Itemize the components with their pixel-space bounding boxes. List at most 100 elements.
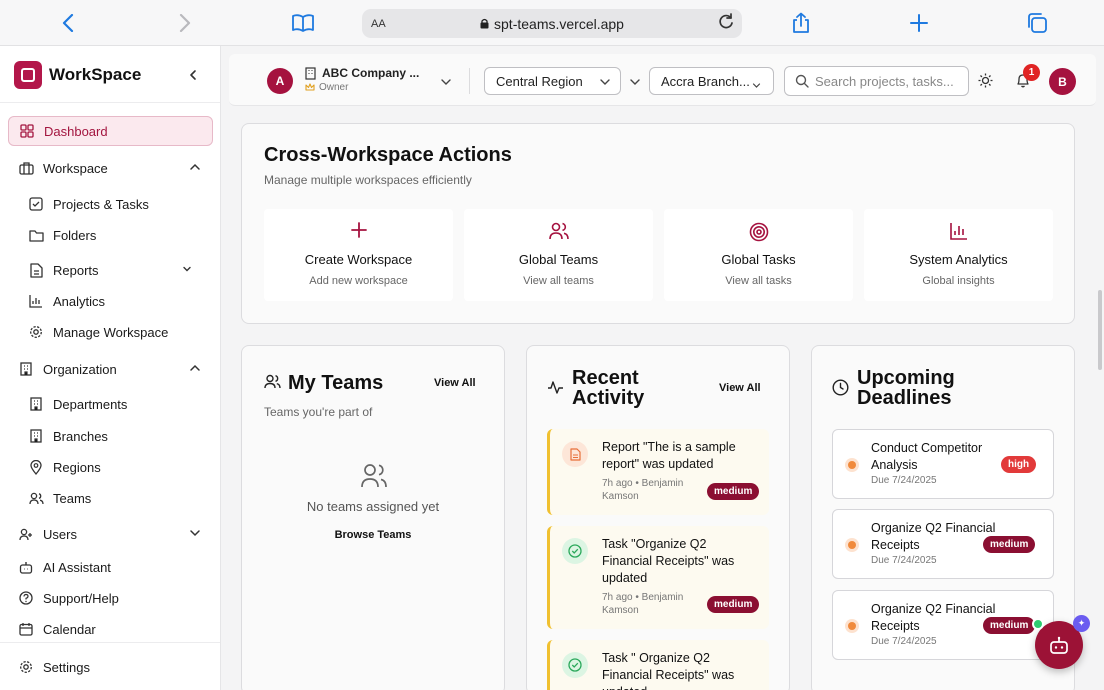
- sidebar-item-folders[interactable]: Folders: [8, 220, 213, 250]
- empty-state-text: No teams assigned yet: [306, 499, 440, 514]
- company-switcher[interactable]: ABC Company ... Owner: [305, 66, 419, 93]
- tabs-overview-icon[interactable]: [1024, 10, 1050, 36]
- sidebar-item-users[interactable]: Users: [8, 519, 213, 549]
- sidebar-item-label: Calendar: [43, 621, 96, 637]
- action-subtitle: Add new workspace: [309, 275, 408, 287]
- sidebar-item-regions[interactable]: Regions: [8, 452, 213, 482]
- chevron-down-icon[interactable]: [189, 527, 201, 539]
- sparkle-icon[interactable]: ✦: [1073, 615, 1090, 632]
- action-title: Global Teams: [518, 252, 599, 267]
- action-subtitle: View all teams: [523, 275, 594, 287]
- checkbox-icon: [28, 196, 44, 212]
- brand[interactable]: WorkSpace: [14, 61, 141, 89]
- sidebar-item-label: Analytics: [53, 293, 106, 309]
- sidebar-item-label: Branches: [53, 428, 108, 444]
- sidebar-item-organization[interactable]: Organization: [8, 354, 213, 384]
- view-all-activity-link[interactable]: View All: [719, 382, 761, 394]
- sidebar: WorkSpace Dashboard Workspace Projects &…: [0, 46, 221, 690]
- browser-toolbar: AA spt-teams.vercel.app: [0, 0, 1104, 46]
- sidebar-item-departments[interactable]: Departments: [8, 389, 213, 419]
- new-tab-icon[interactable]: [906, 10, 932, 36]
- priority-dot-icon: [845, 458, 859, 472]
- activity-text: Report "The is a sample report" was upda…: [602, 440, 736, 471]
- search-box[interactable]: [784, 66, 969, 96]
- sidebar-item-ai-assistant[interactable]: AI Assistant: [8, 552, 213, 582]
- sidebar-item-dashboard[interactable]: Dashboard: [8, 116, 213, 146]
- deadline-due: Due 7/24/2025: [871, 475, 937, 486]
- sidebar-item-workspace[interactable]: Workspace: [8, 153, 213, 183]
- dashboard-grid-icon: [19, 123, 35, 139]
- user-plus-icon: [18, 526, 34, 542]
- card-title: My Teams: [288, 372, 384, 394]
- sidebar-item-teams[interactable]: Teams: [8, 483, 213, 513]
- priority-dot-icon: [845, 619, 859, 633]
- sidebar-item-settings[interactable]: Settings: [8, 652, 213, 682]
- global-teams-button[interactable]: Global Teams View all teams: [464, 209, 653, 301]
- action-title: System Analytics: [909, 252, 1008, 267]
- sidebar-item-label: Support/Help: [43, 590, 119, 606]
- forward-icon[interactable]: [172, 10, 198, 36]
- reload-icon[interactable]: [716, 12, 736, 37]
- chevron-down-icon[interactable]: [629, 75, 641, 93]
- sidebar-item-analytics[interactable]: Analytics: [8, 286, 213, 316]
- top-header: A ABC Company ... Owner Central Region A…: [229, 54, 1096, 106]
- card-title-line1: Recent: [572, 367, 639, 389]
- deadline-due: Due 7/24/2025: [871, 555, 937, 566]
- sidebar-item-label: Dashboard: [44, 123, 108, 139]
- scrollbar-thumb[interactable]: [1098, 290, 1102, 370]
- sidebar-item-label: Workspace: [43, 160, 108, 176]
- sidebar-item-calendar[interactable]: Calendar: [8, 614, 213, 644]
- chevron-down-icon[interactable]: [440, 75, 452, 93]
- browse-teams-button[interactable]: Browse Teams: [242, 529, 504, 541]
- sidebar-item-manage-workspace[interactable]: Manage Workspace: [8, 317, 213, 347]
- card-title-line2: Activity: [572, 387, 645, 409]
- brand-name: WorkSpace: [49, 65, 142, 84]
- system-analytics-button[interactable]: System Analytics Global insights: [864, 209, 1053, 301]
- back-icon[interactable]: [55, 10, 81, 36]
- reader-book-icon[interactable]: [290, 10, 316, 36]
- sidebar-item-label: Settings: [43, 659, 90, 675]
- sidebar-item-reports[interactable]: Reports: [8, 255, 213, 285]
- activity-item[interactable]: Report "The is a sample report" was upda…: [547, 429, 769, 515]
- user-avatar[interactable]: B: [1049, 68, 1076, 95]
- branch-select[interactable]: Accra Branch...: [649, 67, 774, 95]
- card-title-line2: Deadlines: [857, 387, 952, 409]
- search-input[interactable]: [815, 73, 965, 89]
- sidebar-item-branches[interactable]: Branches: [8, 421, 213, 451]
- share-icon[interactable]: [788, 10, 814, 36]
- target-icon: [664, 222, 853, 242]
- global-tasks-button[interactable]: Global Tasks View all tasks: [664, 209, 853, 301]
- sun-icon[interactable]: [978, 73, 993, 93]
- chevron-down-icon[interactable]: [181, 263, 193, 275]
- deadline-item[interactable]: Organize Q2 Financial Receipts Due 7/24/…: [832, 509, 1054, 579]
- lock-icon: [480, 16, 489, 32]
- create-workspace-button[interactable]: Create Workspace Add new workspace: [264, 209, 453, 301]
- deadline-item[interactable]: Organize Q2 Financial Receipts Due 7/24/…: [832, 590, 1054, 660]
- crown-icon: [305, 83, 315, 92]
- file-text-icon: [28, 262, 44, 278]
- notification-badge: 1: [1023, 64, 1040, 81]
- brand-logo-icon: [14, 61, 42, 89]
- region-select[interactable]: Central Region: [484, 67, 621, 95]
- sidebar-item-support[interactable]: Support/Help: [8, 583, 213, 613]
- chevron-up-icon[interactable]: [189, 362, 201, 374]
- company-avatar[interactable]: A: [267, 68, 293, 94]
- activity-item[interactable]: Task "Organize Q2 Financial Receipts" wa…: [547, 526, 769, 629]
- sidebar-item-projects-tasks[interactable]: Projects & Tasks: [8, 189, 213, 219]
- view-all-teams-link[interactable]: View All: [434, 377, 476, 389]
- activity-item[interactable]: Task " Organize Q2 Financial Receipts" w…: [547, 640, 769, 690]
- action-subtitle: View all tasks: [725, 275, 792, 287]
- section-subtitle: Manage multiple workspaces efficiently: [264, 173, 472, 187]
- sidebar-item-label: Manage Workspace: [53, 324, 169, 340]
- deadline-title: Organize Q2 Financial Receipts: [871, 521, 996, 552]
- collapse-sidebar-icon[interactable]: [184, 66, 202, 84]
- building-icon: [305, 66, 316, 80]
- card-subtitle: Teams you're part of: [264, 405, 373, 419]
- region-select-value: Central Region: [496, 73, 583, 89]
- address-bar[interactable]: AA spt-teams.vercel.app: [362, 9, 742, 38]
- divider: [469, 68, 470, 94]
- deadline-item[interactable]: Conduct Competitor Analysis Due 7/24/202…: [832, 429, 1054, 499]
- chevron-up-icon[interactable]: [189, 161, 201, 173]
- deadline-title: Conduct Competitor Analysis: [871, 441, 983, 472]
- bot-icon: [1049, 636, 1069, 655]
